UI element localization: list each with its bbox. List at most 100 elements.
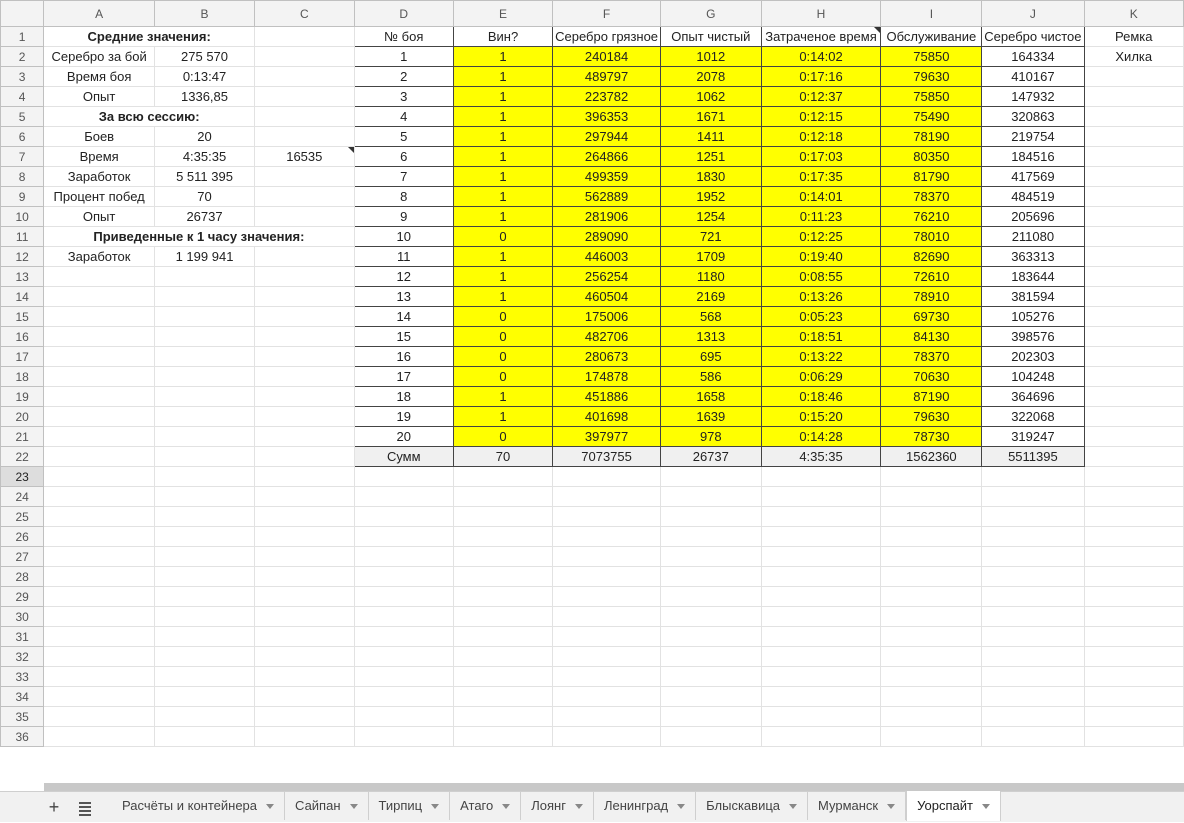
empty-cell[interactable]: [1083, 166, 1184, 187]
data-cell[interactable]: 1: [452, 186, 554, 207]
empty-cell[interactable]: [1083, 706, 1184, 727]
data-cell[interactable]: 1: [452, 146, 554, 167]
data-cell[interactable]: 10: [353, 226, 454, 247]
data-cell[interactable]: 0: [452, 366, 554, 387]
empty-cell[interactable]: [660, 566, 762, 587]
empty-cell[interactable]: [981, 526, 1085, 547]
data-cell[interactable]: 205696: [981, 206, 1085, 227]
empty-cell[interactable]: [452, 646, 554, 667]
data-cell[interactable]: 489797: [552, 66, 662, 87]
data-cell[interactable]: 256254: [552, 266, 662, 287]
empty-cell[interactable]: [1083, 626, 1184, 647]
row-header[interactable]: 33: [0, 666, 45, 687]
empty-cell[interactable]: [153, 286, 256, 307]
empty-cell[interactable]: [760, 646, 882, 667]
empty-cell[interactable]: [552, 606, 662, 627]
data-cell[interactable]: 1: [452, 266, 554, 287]
empty-cell[interactable]: [660, 486, 762, 507]
data-cell[interactable]: 79630: [880, 66, 983, 87]
data-cell[interactable]: 175006: [552, 306, 662, 327]
empty-cell[interactable]: [43, 586, 155, 607]
empty-cell[interactable]: [552, 486, 662, 507]
sheet-tab[interactable]: Расчёты и контейнера: [112, 792, 286, 820]
empty-cell[interactable]: [43, 726, 155, 747]
empty-cell[interactable]: [153, 346, 256, 367]
empty-cell[interactable]: [254, 186, 355, 207]
empty-cell[interactable]: [981, 506, 1085, 527]
data-cell[interactable]: 1: [452, 86, 554, 107]
row-header[interactable]: 17: [0, 346, 45, 367]
empty-cell[interactable]: [153, 706, 256, 727]
empty-cell[interactable]: [153, 686, 256, 707]
data-cell[interactable]: 1639: [660, 406, 762, 427]
empty-cell[interactable]: [353, 686, 454, 707]
data-cell[interactable]: 79630: [880, 406, 983, 427]
row-header[interactable]: 29: [0, 586, 45, 607]
sum-cell[interactable]: 4:35:35: [760, 446, 882, 467]
data-cell[interactable]: 446003: [552, 246, 662, 267]
empty-cell[interactable]: [452, 546, 554, 567]
empty-cell[interactable]: [880, 666, 983, 687]
row-header[interactable]: 6: [0, 126, 45, 147]
empty-cell[interactable]: [43, 486, 155, 507]
row-header[interactable]: 35: [0, 706, 45, 727]
row-header[interactable]: 26: [0, 526, 45, 547]
empty-cell[interactable]: [1083, 386, 1184, 407]
empty-cell[interactable]: [43, 386, 155, 407]
empty-cell[interactable]: [880, 466, 983, 487]
data-cell[interactable]: 1671: [660, 106, 762, 127]
row-header[interactable]: 24: [0, 486, 45, 507]
data-cell[interactable]: 184516: [981, 146, 1085, 167]
data-cell[interactable]: 1180: [660, 266, 762, 287]
sheet-tab[interactable]: Ленинград: [594, 792, 697, 820]
data-cell[interactable]: 1411: [660, 126, 762, 147]
empty-cell[interactable]: [43, 506, 155, 527]
empty-cell[interactable]: [1083, 106, 1184, 127]
sheet-tab[interactable]: Тирпиц: [369, 792, 451, 820]
empty-cell[interactable]: [43, 346, 155, 367]
empty-cell[interactable]: [760, 686, 882, 707]
empty-cell[interactable]: [1083, 66, 1184, 87]
row-header[interactable]: 28: [0, 566, 45, 587]
empty-cell[interactable]: [552, 686, 662, 707]
empty-cell[interactable]: [880, 706, 983, 727]
empty-cell[interactable]: [43, 626, 155, 647]
empty-cell[interactable]: [254, 26, 355, 47]
data-cell[interactable]: 1: [452, 206, 554, 227]
data-cell[interactable]: 76210: [880, 206, 983, 227]
data-cell[interactable]: 1709: [660, 246, 762, 267]
empty-cell[interactable]: [254, 326, 355, 347]
empty-cell[interactable]: [1083, 586, 1184, 607]
empty-cell[interactable]: [254, 126, 355, 147]
row-header[interactable]: 2: [0, 46, 45, 67]
data-cell[interactable]: 4: [353, 106, 454, 127]
data-cell[interactable]: 0:06:29: [760, 366, 882, 387]
empty-cell[interactable]: [552, 646, 662, 667]
empty-cell[interactable]: [760, 486, 882, 507]
data-cell[interactable]: 78010: [880, 226, 983, 247]
empty-cell[interactable]: [254, 526, 355, 547]
column-header-c[interactable]: C: [254, 0, 355, 27]
data-cell[interactable]: 0:08:55: [760, 266, 882, 287]
chevron-down-icon[interactable]: [574, 803, 583, 809]
sum-cell[interactable]: 1562360: [880, 446, 983, 467]
time-seconds-cell[interactable]: 16535: [254, 146, 355, 167]
empty-cell[interactable]: [353, 466, 454, 487]
empty-cell[interactable]: [981, 706, 1085, 727]
empty-cell[interactable]: [153, 726, 256, 747]
empty-cell[interactable]: [254, 346, 355, 367]
label-cell[interactable]: Опыт: [43, 206, 155, 227]
data-cell[interactable]: 75490: [880, 106, 983, 127]
empty-cell[interactable]: [452, 726, 554, 747]
value-cell[interactable]: 275 570: [153, 46, 256, 67]
chevron-down-icon[interactable]: [981, 803, 990, 809]
data-cell[interactable]: 280673: [552, 346, 662, 367]
column-header-a[interactable]: A: [43, 0, 155, 27]
table-header-cell[interactable]: Опыт чистый: [660, 26, 762, 47]
empty-cell[interactable]: [1083, 126, 1184, 147]
data-cell[interactable]: 0:11:23: [760, 206, 882, 227]
data-cell[interactable]: 289090: [552, 226, 662, 247]
row-header[interactable]: 9: [0, 186, 45, 207]
data-cell[interactable]: 80350: [880, 146, 983, 167]
select-all-corner[interactable]: [0, 0, 45, 27]
